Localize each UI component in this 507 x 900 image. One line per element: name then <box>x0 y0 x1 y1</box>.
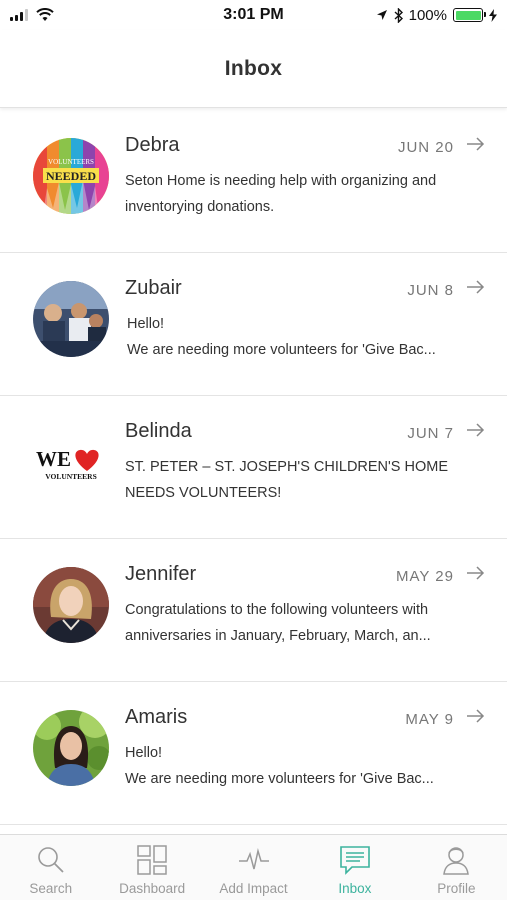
preview-line-2: We are needing more volunteers for 'Give… <box>127 342 436 358</box>
svg-text:VOLUNTEERS: VOLUNTEERS <box>48 158 94 166</box>
inbox-icon <box>340 846 370 875</box>
message-date: JUN 8 <box>407 282 454 299</box>
avatar <box>33 710 109 786</box>
sender-name: Amaris <box>125 706 188 728</box>
svg-text:NEEDED: NEEDED <box>46 169 96 183</box>
page-title: Inbox <box>224 56 283 80</box>
message-row-belinda[interactable]: WE VOLUNTEERS Belinda JUN 7 ST. PETER – … <box>0 396 507 539</box>
sender-name: Jennifer <box>125 563 197 585</box>
preview-line-2: NEEDS VOLUNTEERS! <box>125 485 282 501</box>
message-row-jennifer[interactable]: Jennifer MAY 29 Congratulations to the f… <box>0 539 507 682</box>
tab-profile[interactable]: Profile <box>406 835 507 900</box>
volunteers-needed-image: VOLUNTEERS NEEDED <box>33 138 109 214</box>
bluetooth-icon <box>394 7 403 23</box>
wifi-icon <box>36 8 54 21</box>
status-bar: 3:01 PM 100% <box>0 0 507 30</box>
tab-label: Search <box>29 881 73 896</box>
status-right: 100% <box>347 7 497 24</box>
sender-name: Belinda <box>125 420 192 442</box>
preview-line-1: Hello! <box>125 745 163 761</box>
status-time: 3:01 PM <box>223 6 284 23</box>
preview-line-1: Seton Home is needing help with organizi… <box>125 173 437 189</box>
signal-icon <box>10 9 28 21</box>
arrow-right-icon[interactable] <box>465 563 485 583</box>
message-date: JUN 20 <box>397 139 454 156</box>
preview-line-2: inventorying donations. <box>125 199 275 215</box>
pulse-icon <box>238 848 269 870</box>
arrow-right-icon[interactable] <box>465 134 485 154</box>
avatar <box>33 567 109 643</box>
avatar <box>33 281 109 357</box>
svg-text:VOLUNTEERS: VOLUNTEERS <box>45 472 97 481</box>
preview-line-1: Congratulations to the following volunte… <box>125 602 429 618</box>
tab-search[interactable]: Search <box>0 835 101 900</box>
location-arrow-icon <box>376 10 387 20</box>
message-preview: Congratulations to the following volunte… <box>125 597 470 649</box>
tab-bar: Search Dashboard Add Impact Inbox Profil… <box>0 834 507 900</box>
sender-name: Zubair <box>125 277 182 299</box>
message-row-debra[interactable]: VOLUNTEERS NEEDED Debra JUN 20 Seton Hom… <box>0 110 507 253</box>
message-date: JUN 7 <box>407 425 454 442</box>
svg-text:WE: WE <box>36 447 71 471</box>
search-icon <box>37 847 64 873</box>
message-preview: Seton Home is needing help with organizi… <box>125 168 470 220</box>
message-row-zubair[interactable]: Zubair JUN 8 Hello! We are needing more … <box>0 253 507 396</box>
header: Inbox <box>0 30 507 108</box>
we-love-volunteers-image: WE VOLUNTEERS <box>33 424 109 500</box>
charging-bolt-icon <box>489 8 497 22</box>
dashboard-icon <box>137 845 167 875</box>
preview-line-1: ST. PETER – ST. JOSEPH'S CHILDREN'S HOME <box>125 459 448 475</box>
message-preview: Hello! We are needing more volunteers fo… <box>125 740 470 792</box>
portrait-photo-image <box>33 567 109 643</box>
message-date: MAY 9 <box>405 711 454 728</box>
tab-label: Dashboard <box>119 881 186 896</box>
status-left <box>10 8 160 22</box>
tab-inbox[interactable]: Inbox <box>304 835 405 900</box>
preview-line-2: We are needing more volunteers for 'Give… <box>125 771 434 787</box>
arrow-right-icon[interactable] <box>465 420 485 440</box>
battery-icon <box>453 8 486 22</box>
tab-label: Add Impact <box>219 881 288 896</box>
profile-icon <box>443 847 470 875</box>
preview-line-2: anniversaries in January, February, Marc… <box>125 628 431 644</box>
tab-label: Inbox <box>338 881 372 896</box>
tab-add-impact[interactable]: Add Impact <box>203 835 304 900</box>
battery-percent: 100% <box>408 6 447 24</box>
message-preview: Hello! We are needing more volunteers fo… <box>127 311 472 363</box>
preview-line-1: Hello! <box>127 316 165 332</box>
portrait-photo-image <box>33 710 109 786</box>
tab-dashboard[interactable]: Dashboard <box>101 835 202 900</box>
avatar: VOLUNTEERS NEEDED <box>33 138 109 214</box>
tab-label: Profile <box>437 881 476 896</box>
avatar: WE VOLUNTEERS <box>33 424 109 500</box>
arrow-right-icon[interactable] <box>465 706 485 726</box>
message-preview: ST. PETER – ST. JOSEPH'S CHILDREN'S HOME… <box>125 454 470 506</box>
arrow-right-icon[interactable] <box>465 277 485 297</box>
message-row-amaris[interactable]: Amaris MAY 9 Hello! We are needing more … <box>0 682 507 825</box>
inbox-list[interactable]: VOLUNTEERS NEEDED Debra JUN 20 Seton Hom… <box>0 110 507 830</box>
sender-name: Debra <box>125 134 180 156</box>
battery-fill <box>455 10 481 20</box>
message-date: MAY 29 <box>396 568 454 585</box>
group-photo-image <box>33 281 109 357</box>
